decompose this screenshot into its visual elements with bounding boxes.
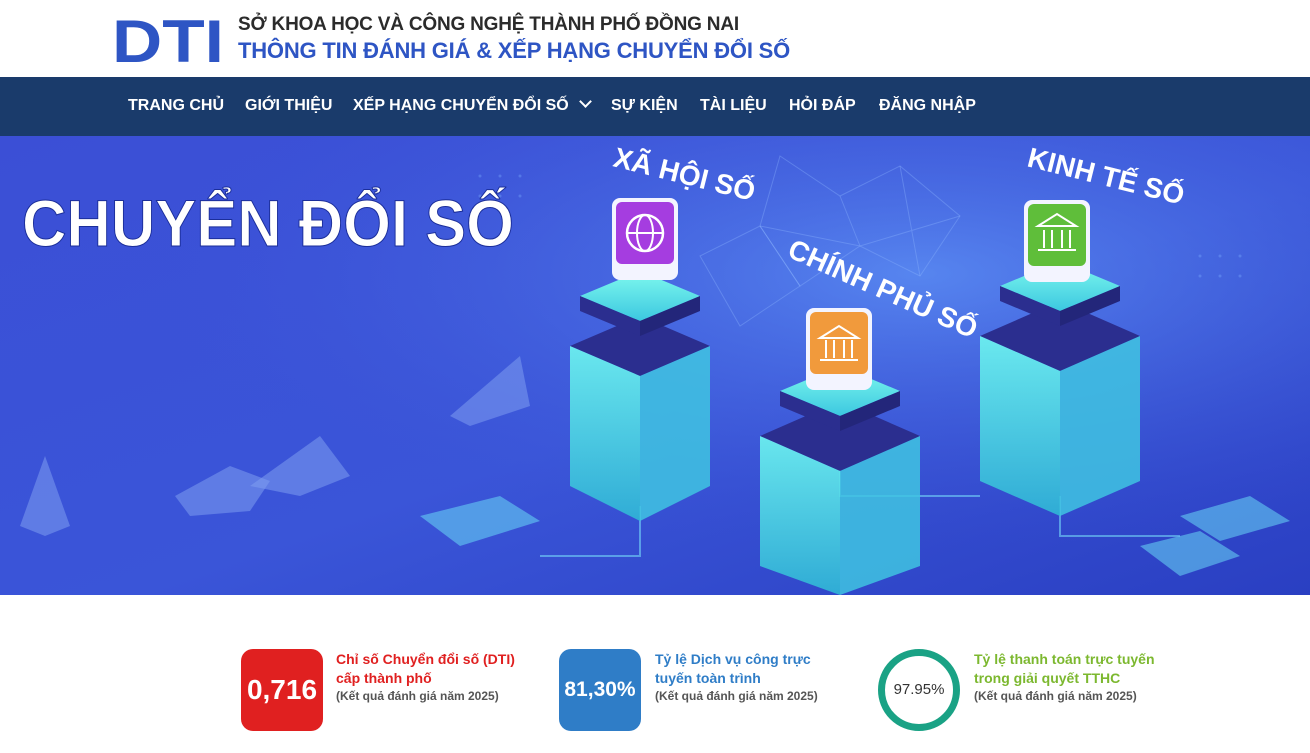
stat-dti-value: 0,716 [241, 649, 323, 731]
nav-item-events[interactable]: SỰ KIỆN [611, 77, 678, 136]
nav-item-home[interactable]: TRANG CHỦ [128, 77, 224, 136]
nav-item-faq[interactable]: HỎI ĐÁP [789, 77, 856, 136]
stat-online-payment-value: 97.95% [893, 681, 945, 698]
nav-item-documents[interactable]: TÀI LIỆU [700, 77, 767, 136]
site-header: DTI SỞ KHOA HỌC VÀ CÔNG NGHỆ THÀNH PHỐ Đ… [0, 0, 1310, 77]
dti-logo[interactable]: DTI [112, 14, 224, 66]
site-title[interactable]: THÔNG TIN ĐÁNH GIÁ & XẾP HẠNG CHUYỂN ĐỔI… [238, 38, 790, 64]
hero-banner[interactable]: CHUYỂN ĐỔI SỐ XÃ HỘI SỐ CHÍNH PHỦ SỐ KIN… [0, 136, 1310, 595]
nav-item-ranking[interactable]: XẾP HẠNG CHUYỂN ĐỔI SỐ [353, 77, 592, 136]
stat-online-payment-subtitle: (Kết quả đánh giá năm 2025) [974, 689, 1137, 703]
stat-online-services-title[interactable]: Tỷ lệ Dịch vụ công trực tuyến toàn trình [655, 650, 850, 688]
stat-online-services-subtitle: (Kết quả đánh giá năm 2025) [655, 689, 818, 703]
stat-online-services-value: 81,30% [559, 649, 641, 731]
org-name: SỞ KHOA HỌC VÀ CÔNG NGHỆ THÀNH PHỐ ĐỒNG … [238, 14, 739, 35]
banner-headline: CHUYỂN ĐỔI SỐ [22, 186, 514, 260]
nav-item-about[interactable]: GIỚI THIỆU [245, 77, 332, 136]
nav-item-ranking-label: XẾP HẠNG CHUYỂN ĐỔI SỐ [353, 97, 569, 114]
banner-illustration: CHUYỂN ĐỔI SỐ XÃ HỘI SỐ CHÍNH PHỦ SỐ KIN… [0, 136, 1310, 595]
main-nav: TRANG CHỦ GIỚI THIỆU XẾP HẠNG CHUYỂN ĐỔI… [0, 77, 1310, 136]
chevron-down-icon [578, 95, 592, 108]
nav-item-login[interactable]: ĐĂNG NHẬP [879, 77, 976, 136]
stat-dti-subtitle: (Kết quả đánh giá năm 2025) [336, 689, 499, 703]
stat-dti-title[interactable]: Chỉ số Chuyển đổi số (DTI) cấp thành phố [336, 650, 536, 688]
logo-text: DTI [112, 14, 224, 66]
stat-online-payment-ring: 97.95% [878, 649, 960, 731]
stat-online-payment-title[interactable]: Tỷ lệ thanh toán trực tuyến trong giải q… [974, 650, 1189, 688]
